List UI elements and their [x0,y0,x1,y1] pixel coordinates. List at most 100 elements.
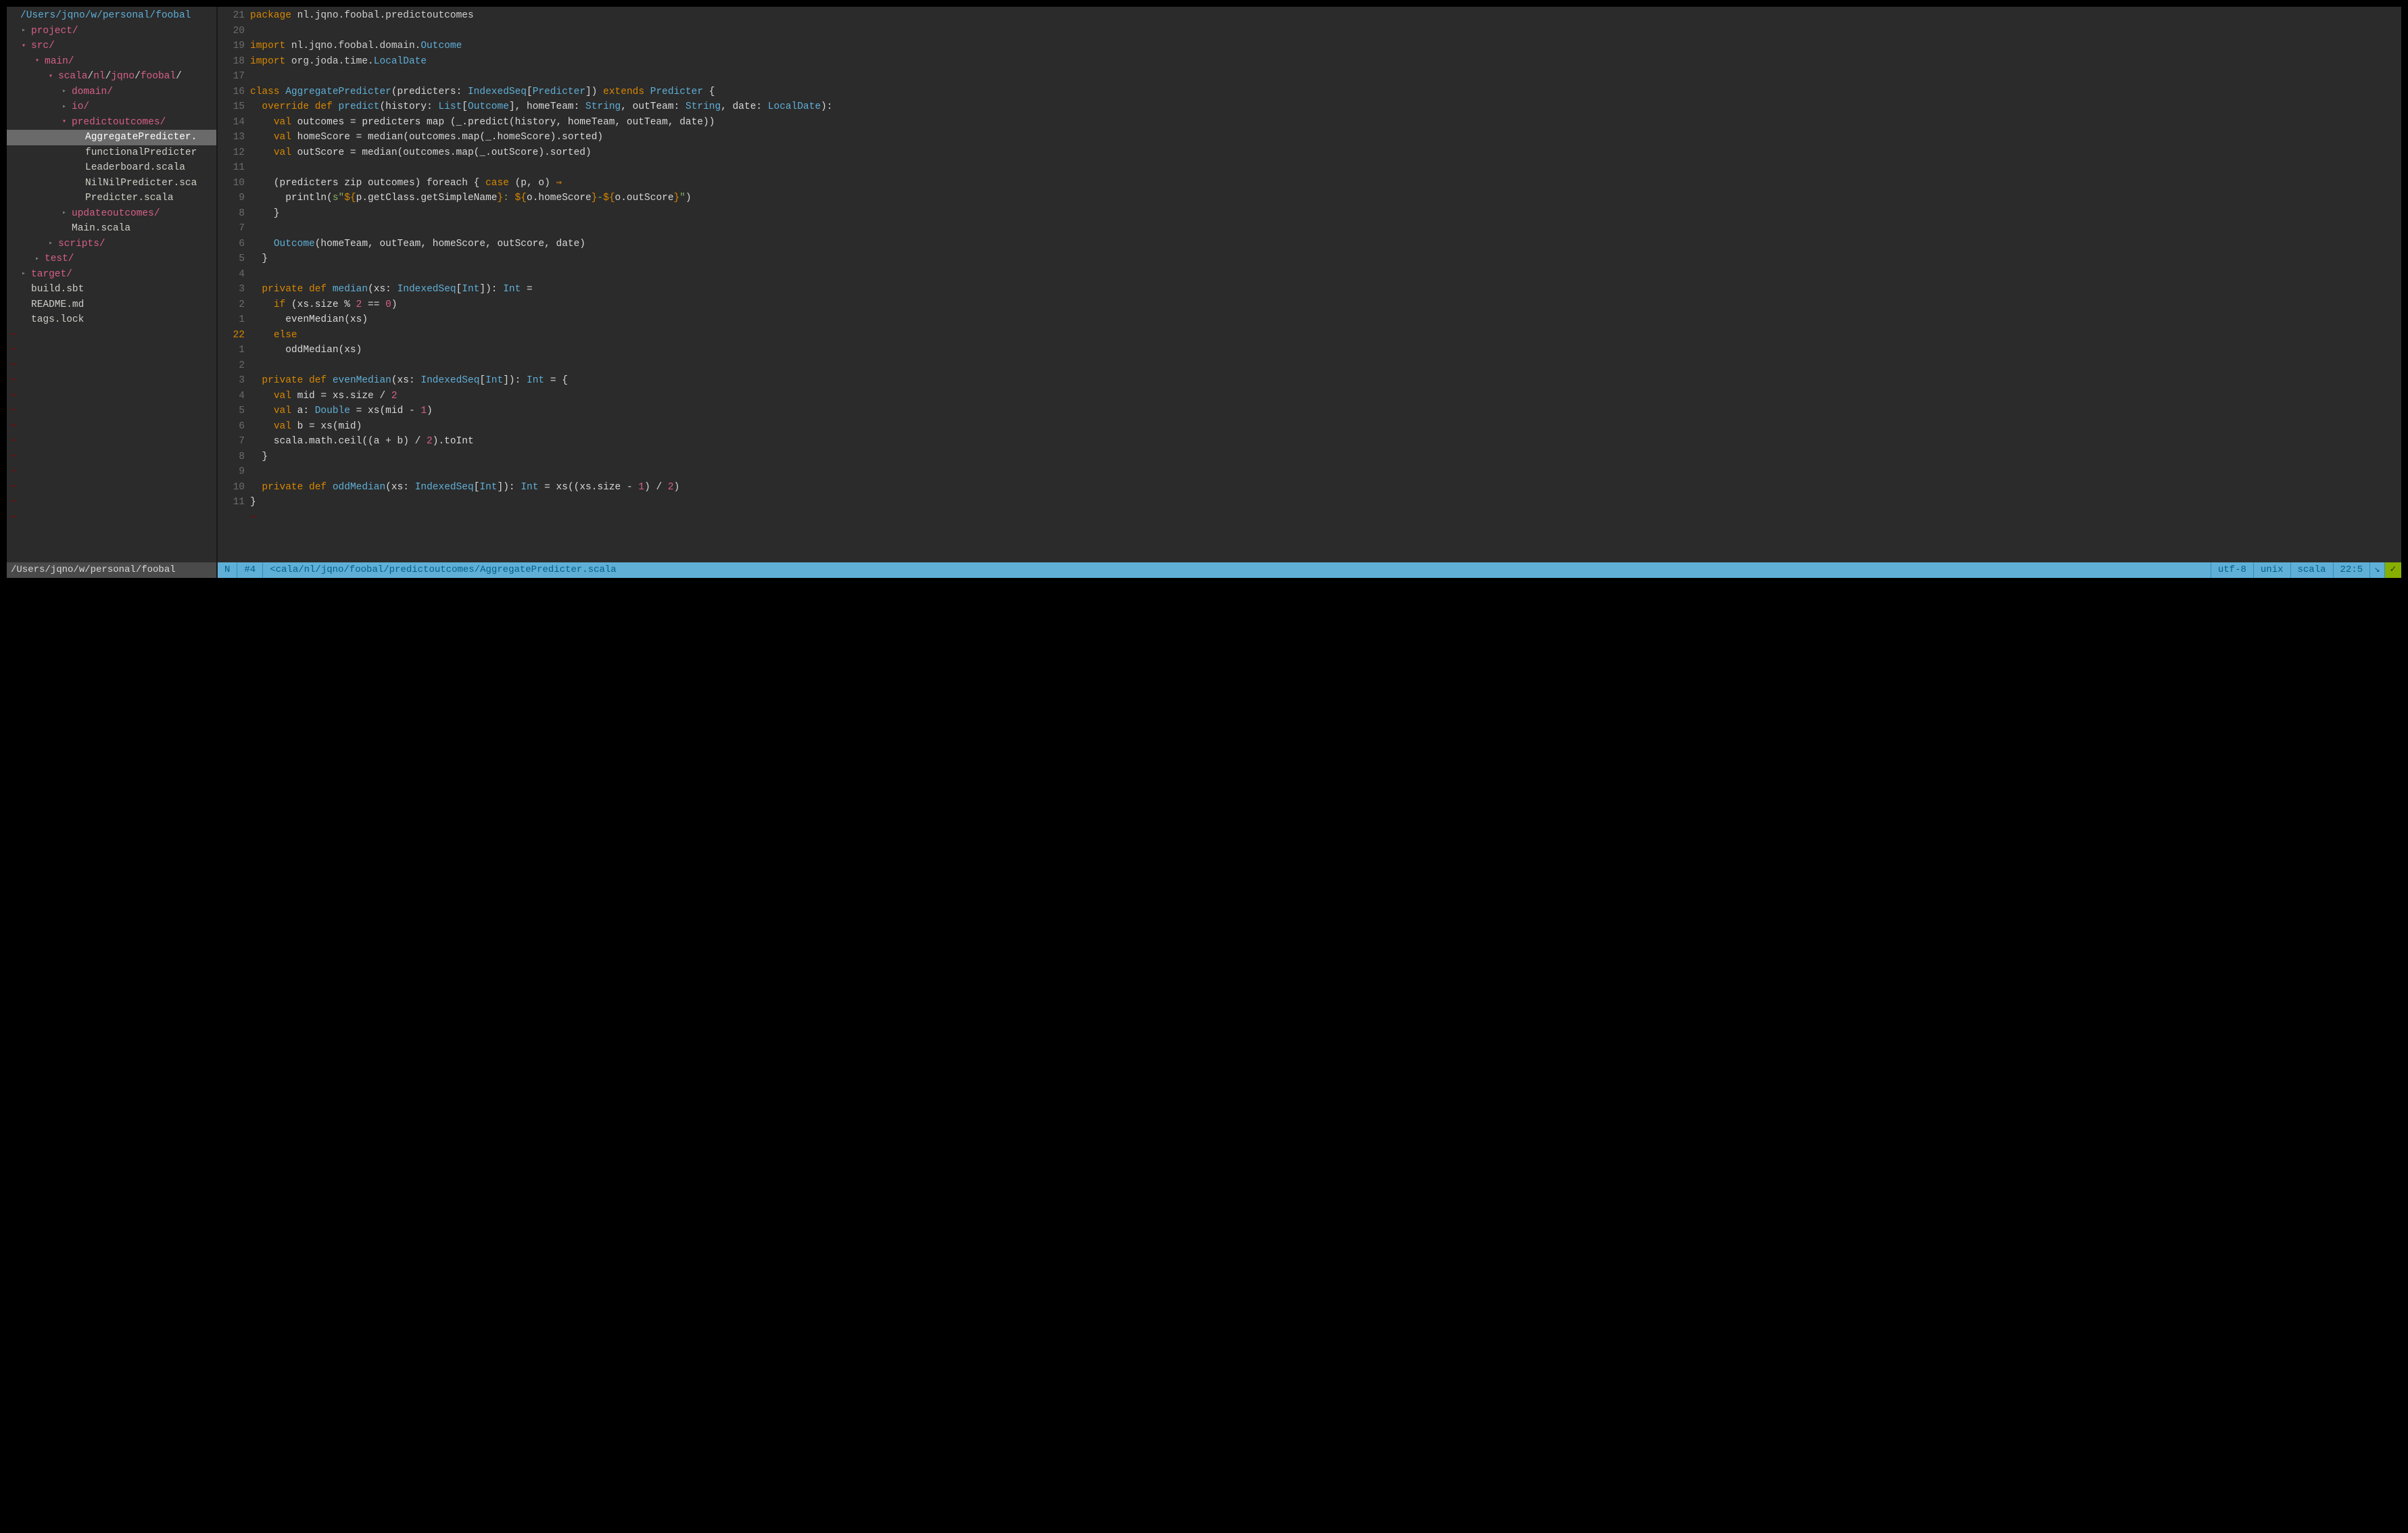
tree-file[interactable]: build.sbt [7,282,216,297]
code-line[interactable]: override def predict(history: List[Outco… [250,99,2401,115]
tree-item-label[interactable]: scripts/ [58,237,105,251]
tree-folder[interactable]: ▾main/ [7,54,216,70]
tree-folder[interactable]: ▾src/ [7,39,216,54]
code-line[interactable]: private def evenMedian(xs: IndexedSeq[In… [250,373,2401,389]
code-line[interactable]: val outScore = median(outcomes.map(_.out… [250,145,2401,161]
code-line[interactable]: package nl.jqno.foobal.predictoutcomes [250,8,2401,24]
chevron-right-icon[interactable]: ▸ [62,87,72,97]
code-line[interactable]: oddMedian(xs) [250,343,2401,358]
tree-folder[interactable]: ▸target/ [7,267,216,283]
code-line[interactable]: val b = xs(mid) [250,419,2401,435]
line-number: 8 [218,449,245,465]
tree-folder[interactable]: ▸scripts/ [7,237,216,252]
tree-folder[interactable]: ▸project/ [7,24,216,39]
code-line[interactable]: } [250,449,2401,465]
code-line[interactable]: private def median(xs: IndexedSeq[Int]):… [250,282,2401,297]
chevron-right-icon[interactable]: ▸ [22,269,31,280]
line-number: 16 [218,84,245,100]
tree-item-label[interactable]: build.sbt [31,282,84,297]
code-line[interactable]: (predicters zip outcomes) foreach { case… [250,176,2401,191]
line-number: 6 [218,237,245,252]
code-line[interactable] [250,69,2401,84]
chevron-down-icon[interactable]: ▾ [62,117,72,128]
tree-item-label[interactable]: README.md [31,297,84,312]
code-line[interactable] [250,267,2401,283]
code-line[interactable]: } [250,495,2401,510]
tree-item-label[interactable]: src/ [31,39,55,53]
code-line[interactable]: } [250,251,2401,267]
chevron-down-icon[interactable]: ▾ [49,72,58,82]
tree-item-selected[interactable]: AggregatePredicter. [7,130,216,145]
code-line[interactable]: } [250,206,2401,222]
chevron-right-icon[interactable]: ▸ [35,254,45,265]
tree-file[interactable]: NilNilPredicter.sca [7,176,216,191]
tree-item-label[interactable]: test/ [45,251,74,266]
chevron-right-icon[interactable]: ▸ [49,239,58,249]
line-number: 9 [218,191,245,206]
code-line[interactable]: class AggregatePredicter(predicters: Ind… [250,84,2401,100]
tree-item-label[interactable]: domain/ [72,84,113,99]
code-line[interactable]: import nl.jqno.foobal.domain.Outcome [250,39,2401,54]
tree-item-label[interactable]: functionalPredicter [85,145,197,160]
code-line[interactable]: println(s"${p.getClass.getSimpleName}: $… [250,191,2401,206]
chevron-right-icon[interactable]: ▸ [62,208,72,219]
code-line[interactable] [250,358,2401,374]
code-line[interactable]: val mid = xs.size / 2 [250,389,2401,404]
tree-item-label[interactable]: tags.lock [31,312,84,327]
code-editor-pane[interactable]: 2120191817161514131211109876543212212345… [218,7,2401,562]
tree-file[interactable]: README.md [7,297,216,313]
chevron-down-icon[interactable]: ▾ [22,41,31,52]
chevron-right-icon[interactable]: ▸ [62,102,72,113]
chevron-right-icon[interactable]: ▸ [22,26,31,36]
tree-folder[interactable]: ▸updateoutcomes/ [7,206,216,222]
tree-item-label[interactable]: Leaderboard.scala [85,160,185,175]
tree-item-label[interactable]: Main.scala [72,221,130,236]
code-line[interactable] [250,160,2401,176]
tree-folder[interactable]: ▸io/ [7,99,216,115]
empty-line-tilde: ~ [11,510,216,526]
line-number: 14 [218,115,245,130]
tree-file[interactable]: functionalPredicter [7,145,216,161]
code-line[interactable] [250,24,2401,39]
empty-line-tilde: ~ [11,449,216,465]
tree-file[interactable]: tags.lock [7,312,216,328]
code-line[interactable]: val outcomes = predicters map (_.predict… [250,115,2401,130]
tree-file[interactable]: Leaderboard.scala [7,160,216,176]
tree-folder[interactable]: ▾scala/nl/jqno/foobal/ [7,69,216,84]
chevron-down-icon[interactable]: ▾ [35,56,45,67]
tree-item-label[interactable]: AggregatePredicter. [85,130,197,145]
tree-item-label[interactable]: predictoutcomes/ [72,115,166,130]
tree-item-label[interactable]: scala/nl/jqno/foobal/ [58,69,182,84]
tree-folder[interactable]: ▸test/ [7,251,216,267]
tree-item-label[interactable]: NilNilPredicter.sca [85,176,197,191]
code-line[interactable]: val a: Double = xs(mid - 1) [250,404,2401,419]
tree-item-label[interactable]: Predicter.scala [85,191,174,205]
code-line[interactable]: Outcome(homeTeam, outTeam, homeScore, ou… [250,237,2401,252]
code-line[interactable]: val homeScore = median(outcomes.map(_.ho… [250,130,2401,145]
status-buffer-number: #4 [237,562,263,578]
tree-item-label[interactable]: project/ [31,24,78,39]
tree-item-label[interactable]: io/ [72,99,89,114]
line-number: 17 [218,69,245,84]
code-line[interactable]: if (xs.size % 2 == 0) [250,297,2401,313]
tree-folder[interactable]: ▾predictoutcomes/ [7,115,216,130]
code-line[interactable]: evenMedian(xs) [250,312,2401,328]
code-body[interactable]: package nl.jqno.foobal.predictoutcomes i… [250,7,2401,562]
tree-item-label[interactable]: updateoutcomes/ [72,206,160,221]
line-number: 12 [218,145,245,161]
tree-file[interactable]: Predicter.scala [7,191,216,206]
tree-file[interactable]: Main.scala [7,221,216,237]
tree-item-label[interactable]: target/ [31,267,72,282]
tree-folder[interactable]: ▸domain/ [7,84,216,100]
code-line[interactable]: scala.math.ceil((a + b) / 2).toInt [250,434,2401,449]
code-line[interactable]: import org.joda.time.LocalDate [250,54,2401,70]
file-tree-pane[interactable]: /Users/jqno/w/personal/foobal▸project/▾s… [7,7,218,562]
code-line[interactable]: private def oddMedian(xs: IndexedSeq[Int… [250,480,2401,495]
empty-line-tilde: ~ [250,510,2401,526]
line-number: 2 [218,297,245,313]
code-line[interactable] [250,464,2401,480]
code-line[interactable]: else [250,328,2401,343]
code-line[interactable] [250,221,2401,237]
tree-item-label[interactable]: main/ [45,54,74,69]
editor-window: /Users/jqno/w/personal/foobal▸project/▾s… [7,7,2401,578]
